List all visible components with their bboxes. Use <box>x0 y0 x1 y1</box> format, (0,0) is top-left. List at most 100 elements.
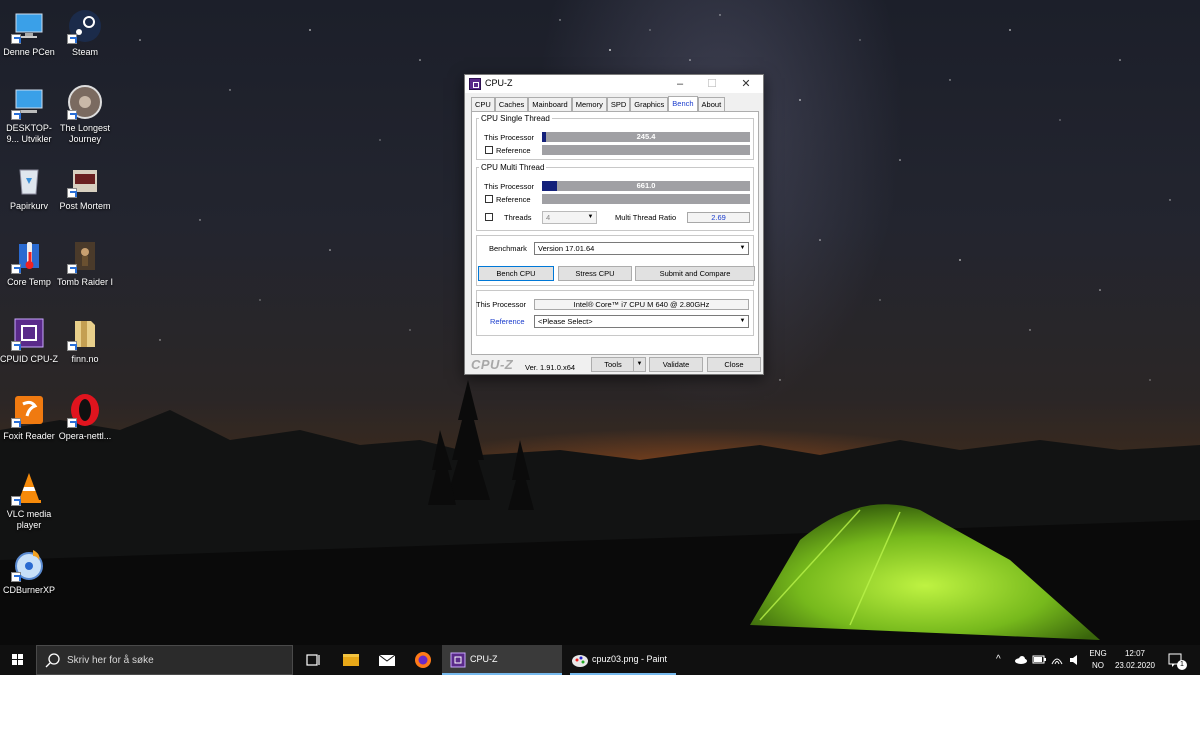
single-reference-checkbox[interactable] <box>485 146 493 154</box>
single-this-processor-label: This Processor <box>484 133 535 142</box>
minimize-button[interactable]: – <box>665 75 695 93</box>
desktop-icon-denne-pcen[interactable]: Denne PCen <box>0 8 58 58</box>
desktop-icon-desktop-9[interactable]: DESKTOP-9... Utvikler <box>0 84 58 145</box>
search-box[interactable]: Skriv her for å søke <box>36 645 293 675</box>
search-icon <box>45 653 60 668</box>
tab-bench[interactable]: Bench <box>668 96 698 111</box>
tab-graphics[interactable]: Graphics <box>630 97 669 111</box>
cpuz-logo: CPU-Z <box>471 357 514 372</box>
desktop-icon-label: finn.no <box>71 354 99 364</box>
start-button[interactable] <box>0 645 36 675</box>
active-indicator <box>442 673 562 675</box>
single-score: 245.4 <box>636 132 656 141</box>
benchmark-version-select[interactable]: Version 17.01.64 ▼ <box>534 242 749 255</box>
taskbar-app-paint[interactable]: cpuz03.png - Paint <box>566 645 680 675</box>
notification-badge: 1 <box>1177 660 1187 670</box>
reference-select[interactable]: <Please Select> ▼ <box>534 315 749 328</box>
benchmark-label: Benchmark <box>489 244 527 253</box>
mail-icon <box>378 654 396 666</box>
firefox-button[interactable] <box>408 645 438 675</box>
multi-reference-checkbox[interactable] <box>485 195 493 203</box>
multi-score: 661.0 <box>636 181 656 190</box>
threads-checkbox[interactable] <box>485 213 493 221</box>
desktop-icon-finn[interactable]: finn.no <box>56 315 114 365</box>
mail-button[interactable] <box>372 645 402 675</box>
desktop-icon-vlc[interactable]: VLC media player <box>0 470 58 531</box>
desktop-icon-tomb-raider[interactable]: Tomb Raider I <box>56 238 114 288</box>
desktop-icon-cdburnerxp[interactable]: CDBurnerXP <box>0 546 58 596</box>
notification-button[interactable]: 1 <box>1166 645 1187 675</box>
threads-select[interactable]: 4 ▼ <box>542 211 597 224</box>
battery-icon[interactable] <box>1032 645 1046 675</box>
title-bar[interactable]: CPU-Z – ☐ ✕ <box>465 75 763 93</box>
tab-caches[interactable]: Caches <box>494 97 529 111</box>
tools-button[interactable]: Tools <box>591 357 635 372</box>
submit-compare-button[interactable]: Submit and Compare <box>635 266 755 281</box>
desktop-icon-label: VLC media player <box>6 509 52 530</box>
taskbar-app-cpuz[interactable]: CPU-Z <box>442 645 562 675</box>
battery-shape-icon <box>1032 655 1046 664</box>
multi-this-processor-bar: 661.0 <box>542 181 750 191</box>
wifi-signal-icon <box>1051 658 1063 665</box>
bench-panel: CPU Single Thread This Processor 245.4 R… <box>471 111 759 355</box>
language-bottom[interactable]: NO <box>1088 661 1108 691</box>
stress-cpu-button[interactable]: Stress CPU <box>558 266 632 281</box>
desktop-icon-label: Post Mortem <box>59 201 111 211</box>
tools-dropdown-button[interactable]: ▼ <box>633 357 646 372</box>
maximize-button[interactable]: ☐ <box>697 75 727 93</box>
tab-about[interactable]: About <box>697 97 726 111</box>
multi-reference-bar <box>542 194 750 204</box>
desktop-icon-post-mortem[interactable]: Post Mortem <box>56 162 114 212</box>
desktop-icon-papirkurv[interactable]: Papirkurv <box>0 162 58 212</box>
onedrive-icon[interactable] <box>1014 645 1028 675</box>
file-explorer-button[interactable] <box>336 645 366 675</box>
taskbar-app-name: CPU-Z <box>470 654 498 664</box>
speaker-icon <box>1070 655 1077 665</box>
chevron-down-icon: ▼ <box>587 214 594 220</box>
info-this-processor-label: This Processor <box>476 300 527 309</box>
desktop-icon-label: Core Temp <box>7 277 51 287</box>
multi-reference-label: Reference <box>496 195 531 204</box>
paint-palette-icon <box>572 655 588 667</box>
multi-thread-legend: CPU Multi Thread <box>481 163 545 172</box>
desktop-icon-longest-journey[interactable]: The Longest Journey <box>56 84 114 145</box>
tab-strip: CPU Caches Mainboard Memory SPD Graphics… <box>471 96 726 111</box>
desktop-icon-core-temp[interactable]: Core Temp <box>0 238 58 288</box>
benchmark-version-value: Version 17.01.64 <box>538 244 595 253</box>
recycle-bin-icon <box>19 169 39 195</box>
tab-memory[interactable]: Memory <box>571 97 607 111</box>
wifi-icon[interactable] <box>1050 645 1064 675</box>
ratio-label: Multi Thread Ratio <box>615 213 677 222</box>
task-view-button[interactable] <box>298 645 328 675</box>
single-reference-label: Reference <box>496 146 531 155</box>
windows-logo-icon <box>12 654 23 665</box>
desktop-icon-foxit[interactable]: Foxit Reader <box>0 392 58 442</box>
chevron-down-icon: ▼ <box>636 361 643 367</box>
volume-icon[interactable] <box>1068 645 1082 675</box>
tab-spd[interactable]: SPD <box>606 97 631 111</box>
cpuz-window[interactable]: CPU-Z – ☐ ✕ CPU Caches Mainboard Memory … <box>464 74 764 375</box>
bench-cpu-button[interactable]: Bench CPU <box>478 266 554 281</box>
firefox-icon <box>415 652 431 668</box>
close-button[interactable]: Close <box>707 357 761 372</box>
threads-value: 4 <box>546 213 551 222</box>
desktop-icon-steam[interactable]: Steam <box>56 8 114 58</box>
cloud-icon <box>1015 656 1027 664</box>
desktop-icon-label: Tomb Raider I <box>56 277 114 287</box>
search-placeholder: Skriv her for å søke <box>67 655 154 666</box>
desktop-icon-cpuz[interactable]: CPUID CPU-Z <box>0 315 58 365</box>
taskbar-app-name: cpuz03.png - Paint <box>592 654 668 664</box>
tab-cpu[interactable]: CPU <box>471 97 495 111</box>
desktop-icon-label: CDBurnerXP <box>2 585 56 595</box>
desktop-icon-label: Foxit Reader <box>3 431 55 441</box>
window-title: CPU-Z <box>485 78 513 88</box>
desktop-icon-label: Steam <box>71 47 98 57</box>
close-window-button[interactable]: ✕ <box>731 75 761 93</box>
validate-button[interactable]: Validate <box>649 357 703 372</box>
processor-name: Intel® Core™ i7 CPU M 640 @ 2.80GHz <box>534 299 749 310</box>
desktop-icon-opera[interactable]: Opera-nettl... <box>56 392 114 442</box>
chevron-up-icon[interactable]: ^ <box>996 654 1001 684</box>
desktop-icon-label: Papirkurv <box>9 201 48 211</box>
tab-mainboard[interactable]: Mainboard <box>528 97 572 111</box>
clock-date[interactable]: 23.02.2020 <box>1110 661 1160 691</box>
